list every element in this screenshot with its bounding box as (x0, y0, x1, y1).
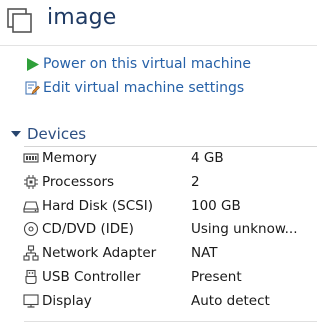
device-value: Auto detect (191, 293, 270, 309)
device-row-network-adapter[interactable]: Network Adapter NAT (23, 242, 317, 264)
device-row-memory[interactable]: Memory 4 GB (23, 147, 317, 169)
device-name: Memory (42, 150, 97, 166)
device-value: NAT (191, 245, 218, 261)
device-value: Present (191, 269, 242, 285)
play-icon (27, 57, 39, 71)
vm-title: image (47, 5, 117, 30)
device-value: 4 GB (191, 150, 224, 166)
device-row-usb-controller[interactable]: USB Controller Present (23, 266, 317, 288)
device-name: USB Controller (42, 269, 141, 285)
device-name: Hard Disk (SCSI) (42, 198, 153, 214)
device-value: 100 GB (191, 198, 241, 214)
device-row-display[interactable]: Display Auto detect (23, 290, 317, 312)
device-value: 2 (191, 174, 200, 190)
devices-section-toggle[interactable]: Devices (0, 124, 317, 144)
collapse-triangle-icon (11, 131, 21, 137)
header-divider (0, 45, 317, 46)
edit-settings-icon (25, 80, 40, 95)
display-icon (23, 294, 39, 308)
network-adapter-icon (23, 245, 39, 261)
processor-icon (24, 175, 38, 189)
usb-controller-icon (25, 269, 37, 285)
device-value: Using unknow... (191, 221, 298, 237)
device-name: Network Adapter (42, 245, 157, 261)
virtual-machine-icon (7, 8, 32, 33)
power-on-button[interactable]: Power on this virtual machine (25, 54, 251, 74)
device-row-hard-disk[interactable]: Hard Disk (SCSI) 100 GB (23, 195, 317, 217)
edit-settings-label: Edit virtual machine settings (43, 80, 245, 96)
device-name: Display (42, 293, 92, 309)
devices-section-label: Devices (27, 125, 87, 143)
device-name: CD/DVD (IDE) (42, 221, 134, 237)
devices-bottom-divider (24, 321, 317, 322)
device-row-processors[interactable]: Processors 2 (23, 171, 317, 193)
memory-icon (23, 153, 39, 163)
edit-settings-button[interactable]: Edit virtual machine settings (25, 78, 244, 98)
hard-disk-icon (23, 201, 39, 213)
vm-header: image (0, 0, 317, 45)
cd-dvd-icon (23, 221, 39, 237)
device-name: Processors (42, 174, 115, 190)
device-row-cd-dvd[interactable]: CD/DVD (IDE) Using unknow... (23, 218, 317, 240)
power-on-label: Power on this virtual machine (43, 56, 252, 72)
